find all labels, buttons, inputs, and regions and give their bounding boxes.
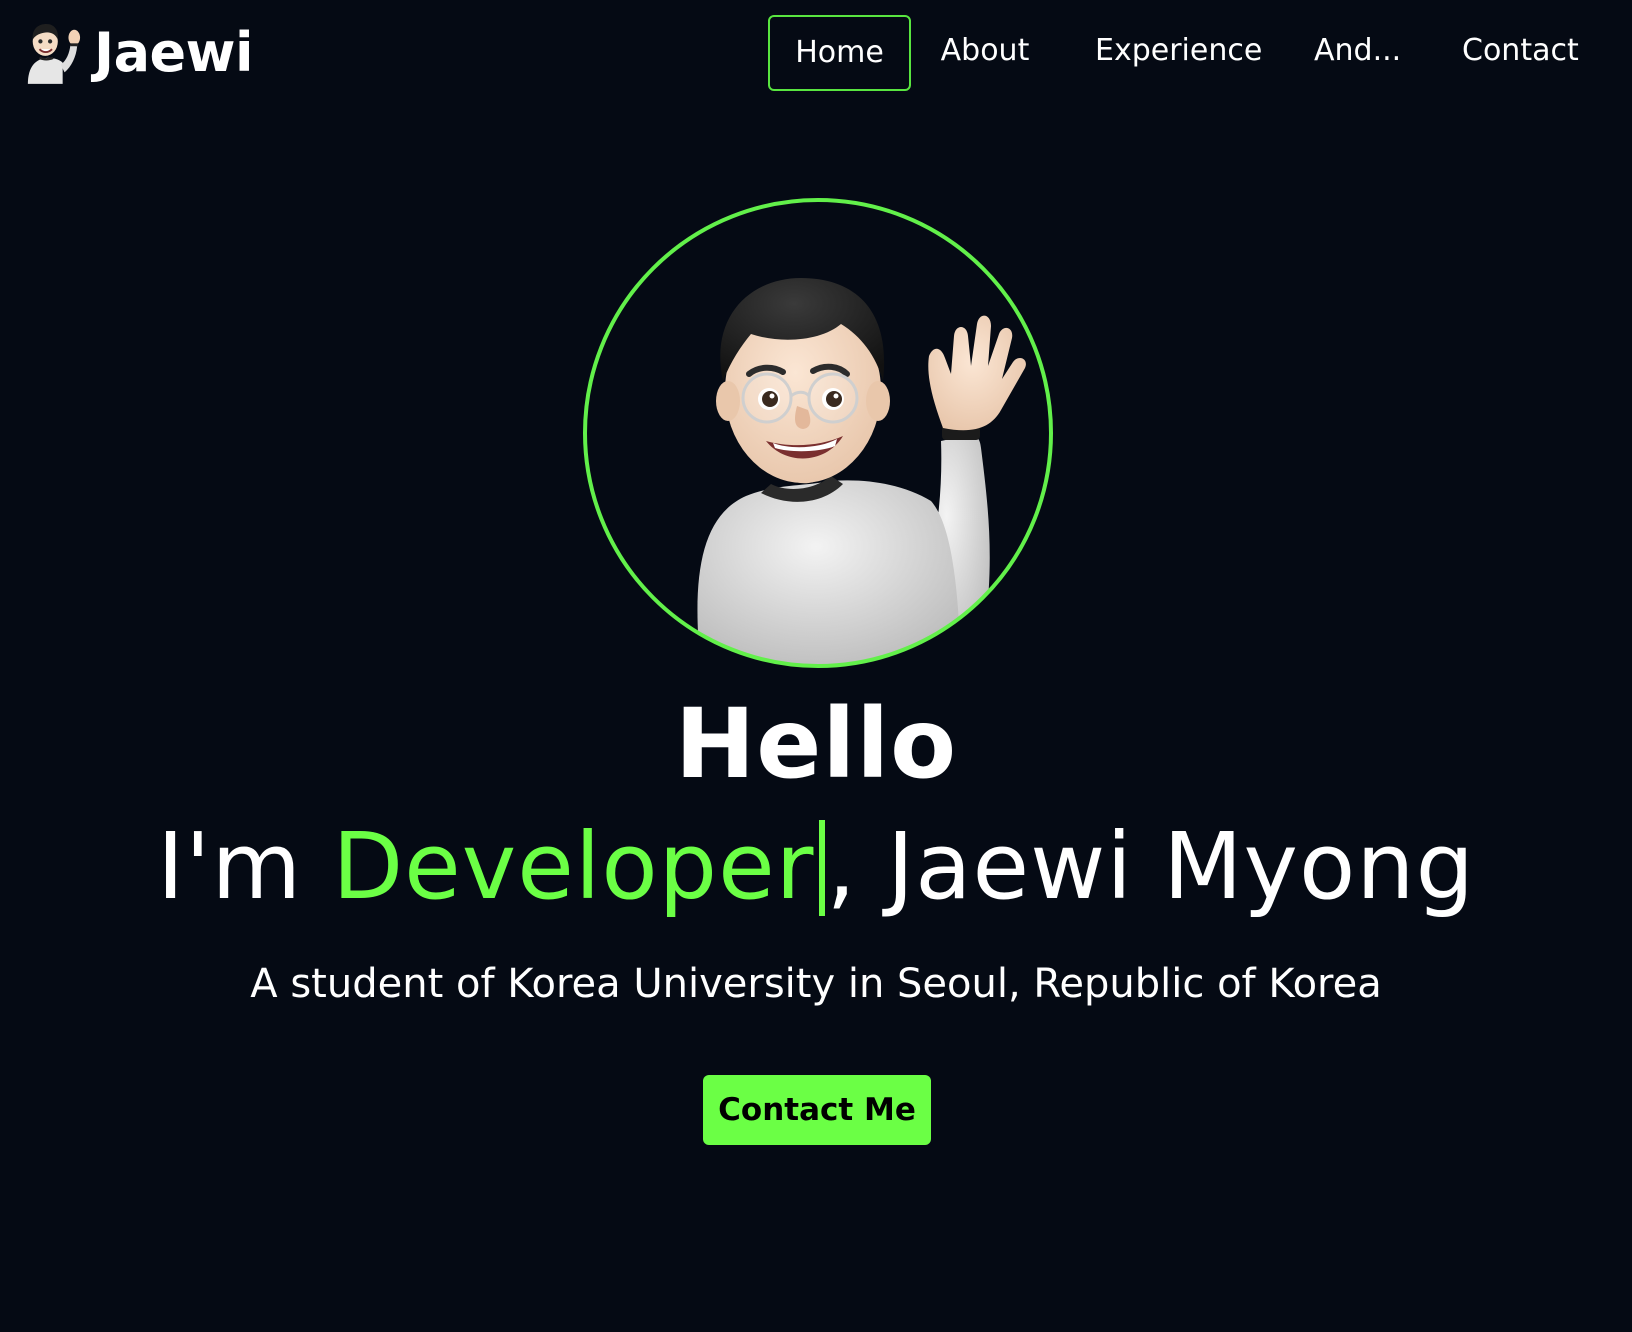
hero-subtitle: A student of Korea University in Seoul, … <box>250 961 1382 1007</box>
intro-prefix: I'm <box>157 813 333 920</box>
hero-intro: I'm Developer, Jaewi Myong <box>0 816 1632 917</box>
brand-name: Jaewi <box>94 21 254 84</box>
contact-me-button[interactable]: Contact Me <box>703 1075 931 1145</box>
nav-about-link[interactable]: About <box>940 15 1030 87</box>
nav-and-link[interactable]: And... <box>1314 15 1401 87</box>
typed-role: Developer <box>332 813 815 920</box>
waving-memoji-avatar-icon <box>27 24 81 84</box>
top-navbar: Jaewi Home About Experience And... Conta… <box>0 0 1632 104</box>
hero-greeting: Hello <box>674 688 958 800</box>
typing-cursor <box>818 820 825 916</box>
nav-experience-link[interactable]: Experience <box>1095 15 1262 87</box>
nav-home-link[interactable]: Home <box>768 15 911 91</box>
intro-suffix: , Jaewi Myong <box>826 813 1475 920</box>
nav-contact-link[interactable]: Contact <box>1462 15 1579 87</box>
hero-avatar-image <box>583 198 1053 668</box>
brand-logo[interactable]: Jaewi <box>24 18 254 88</box>
